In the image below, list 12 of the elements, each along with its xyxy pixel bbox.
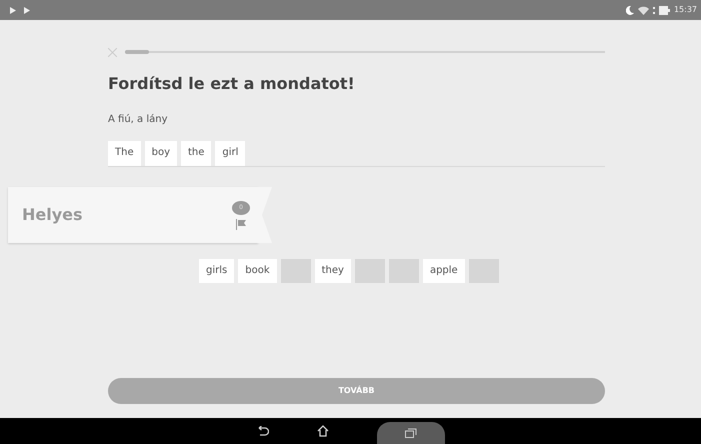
instruction-title: Fordítsd le ezt a mondatot!	[108, 73, 356, 95]
word-tile[interactable]: girls	[199, 259, 234, 283]
word-tile[interactable]: girl	[215, 141, 246, 166]
source-sentence: A fiú, a lány	[108, 113, 168, 127]
feedback-label: Helyes	[22, 204, 83, 226]
word-tile[interactable]: they	[314, 259, 351, 283]
word-tile[interactable]: boy	[144, 141, 177, 166]
word-tile[interactable]: the	[181, 141, 212, 166]
word-tile[interactable]: book	[238, 259, 277, 283]
clock-time: 15:37	[674, 4, 697, 16]
word-tile[interactable]: apple	[422, 259, 465, 283]
word-tile[interactable]: The	[108, 141, 141, 166]
